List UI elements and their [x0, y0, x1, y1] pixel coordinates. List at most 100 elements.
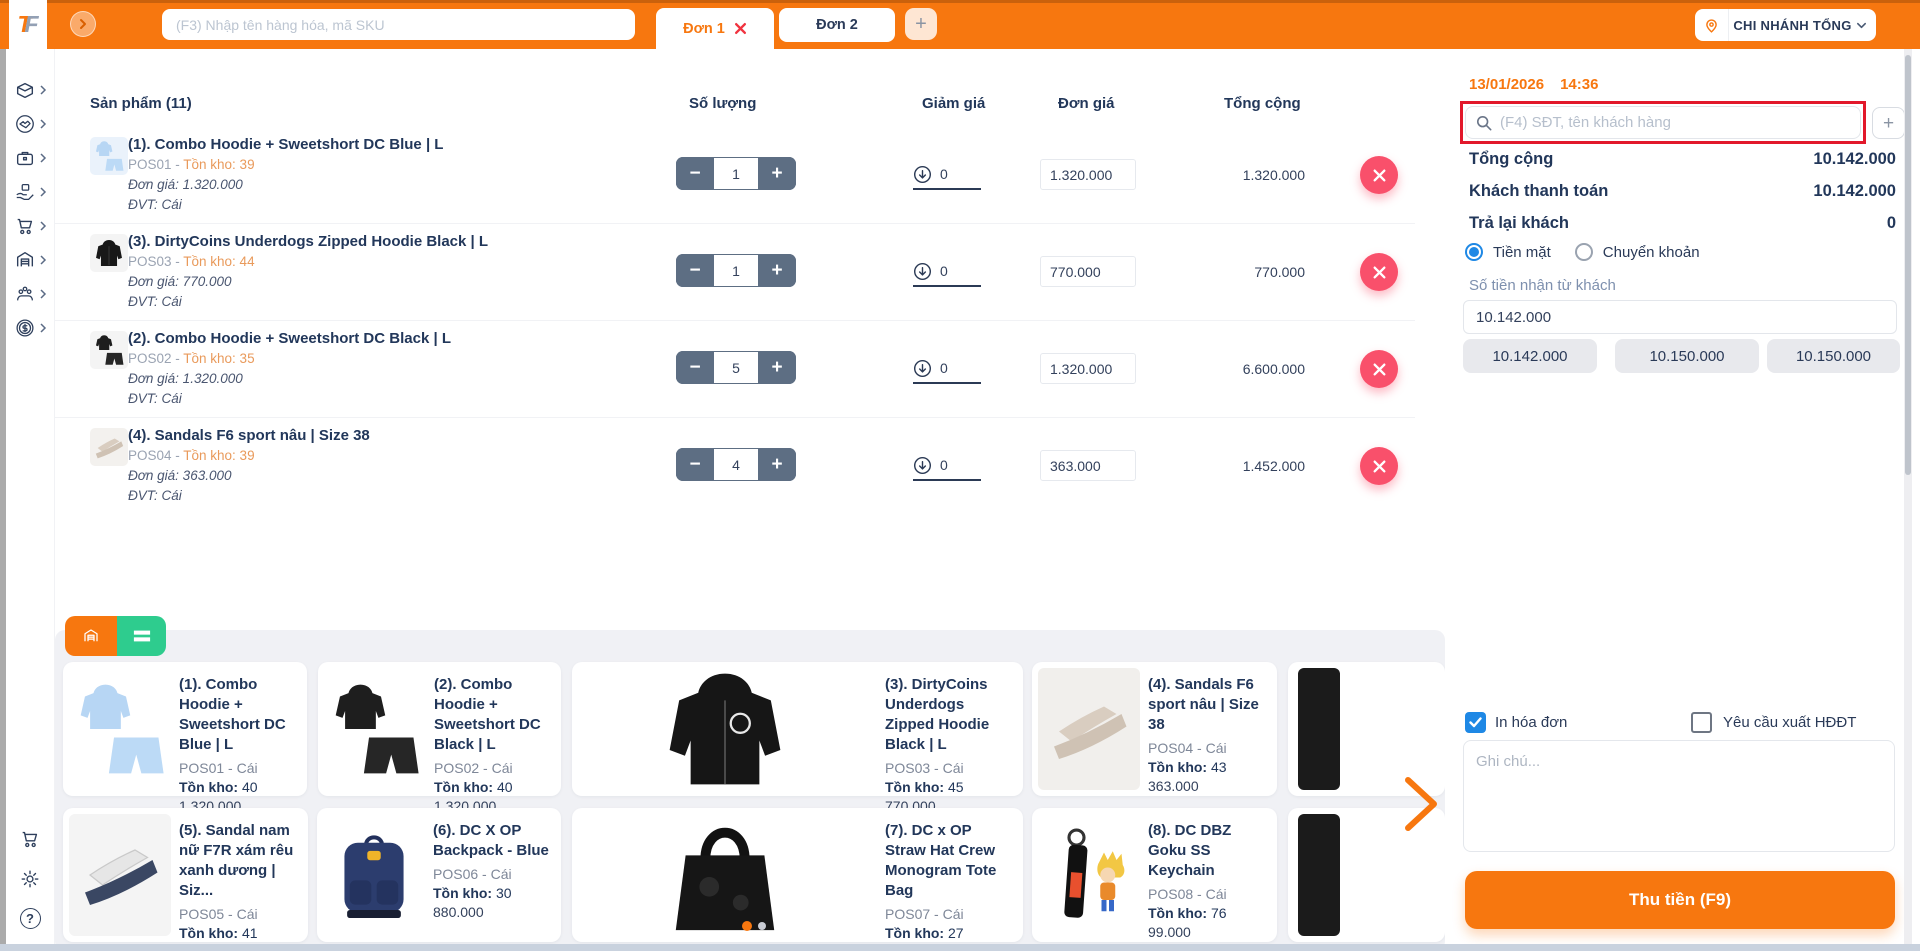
zip-hoodie-black-image [92, 236, 126, 270]
product-thumbnail [90, 331, 128, 369]
order-note-input[interactable] [1463, 740, 1895, 852]
sidebar-item-staff[interactable] [14, 277, 47, 311]
decrease-quantity-button[interactable]: − [676, 351, 714, 384]
card-stock-label: Tồn kho: [179, 779, 238, 795]
discount-control[interactable]: 0 [913, 160, 981, 190]
unit-price-input[interactable] [1040, 450, 1136, 481]
increase-quantity-button[interactable]: + [758, 157, 796, 190]
product-card[interactable]: (8). DC DBZ Goku SS Keychain POS08 - Cái… [1032, 808, 1277, 942]
sidebar-item-supply[interactable] [14, 175, 47, 209]
quantity-value[interactable]: 5 [714, 352, 758, 383]
uom-line: ĐVT: Cái [128, 195, 558, 215]
product-card[interactable]: (7). DC x OP Straw Hat Crew Monogram Tot… [572, 808, 1023, 942]
order-rows: (1). Combo Hoodie + Sweetshort DC Blue |… [55, 127, 1415, 515]
summary-total-row: Tổng cộng 10.142.000 [1469, 150, 1896, 172]
remove-item-button[interactable] [1360, 350, 1398, 388]
increase-quantity-button[interactable]: + [758, 448, 796, 481]
card-title: (4). Sandals F6 sport nâu | Size 38 [1148, 675, 1269, 735]
discount-control[interactable]: 0 [913, 257, 981, 287]
discount-control[interactable]: 0 [913, 354, 981, 384]
chevron-right-icon [39, 221, 47, 231]
decrease-quantity-button[interactable]: − [676, 157, 714, 190]
customer-search-box[interactable] [1465, 106, 1861, 139]
decrease-quantity-button[interactable]: − [676, 254, 714, 287]
app-logo[interactable]: T F [9, 0, 47, 49]
unit-price-input[interactable] [1040, 353, 1136, 384]
sidebar-item-business[interactable] [14, 141, 47, 175]
line-total: 770.000 [1180, 264, 1305, 280]
sidebar-item-settings[interactable] [19, 868, 41, 895]
carousel-dot[interactable] [758, 922, 766, 930]
scrollbar-thumb[interactable] [1905, 55, 1911, 475]
discount-control[interactable]: 0 [913, 451, 981, 481]
combo-hoodie-blue-image [73, 677, 167, 781]
product-search-input[interactable] [162, 9, 635, 40]
product-card[interactable]: (1). Combo Hoodie + Sweetshort DC Blue |… [63, 662, 307, 796]
print-invoice-checkbox[interactable] [1465, 712, 1486, 733]
sandal-grey-navy-image [75, 839, 165, 911]
quick-amount-button[interactable]: 10.150.000 [1767, 339, 1900, 373]
quantity-value[interactable]: 4 [714, 449, 758, 480]
customer-search-input[interactable] [1500, 114, 1850, 131]
quantity-value[interactable]: 1 [714, 158, 758, 189]
unit-price-line: Đơn giá: 363.000 [128, 466, 558, 486]
product-card[interactable]: (6). DC X OP Backpack - Blue POS06 - Cái… [317, 808, 561, 942]
product-card[interactable]: (4). Sandals F6 sport nâu | Size 38 POS0… [1032, 662, 1277, 796]
product-thumbnail [90, 234, 128, 272]
product-card[interactable]: (5). Sandal nam nữ F7R xám rêu xanh dươn… [63, 808, 308, 942]
carousel-dot-active[interactable] [742, 921, 752, 931]
product-stock: Tồn kho: 39 [183, 448, 254, 463]
card-sku: POS08 - Cái [1148, 885, 1269, 904]
decrease-quantity-button[interactable]: − [676, 448, 714, 481]
order-tab-1[interactable]: Đơn 1 [656, 8, 774, 49]
product-image [324, 668, 426, 790]
product-image [575, 811, 875, 939]
unit-price-input[interactable] [1040, 256, 1136, 287]
order-tab-2[interactable]: Đơn 2 [779, 8, 895, 42]
einvoice-checkbox[interactable] [1691, 712, 1712, 733]
quick-amount-button[interactable]: 10.150.000 [1615, 339, 1759, 373]
sidebar-item-sales[interactable] [14, 209, 47, 243]
unit-price-input[interactable] [1040, 159, 1136, 190]
transfer-radio[interactable] [1575, 243, 1593, 261]
remove-item-button[interactable] [1360, 253, 1398, 291]
chevron-right-icon [77, 18, 89, 30]
carousel-next-button[interactable] [1400, 775, 1442, 833]
remove-item-button[interactable] [1360, 447, 1398, 485]
help-button[interactable]: ? [20, 908, 41, 929]
sidebar-item-finance[interactable] [14, 311, 47, 345]
sidebar-item-cart[interactable] [19, 828, 41, 855]
collect-payment-button[interactable]: Thu tiền (F9) [1465, 871, 1895, 929]
chevron-right-icon [39, 153, 47, 163]
product-catalog-panel: (1). Combo Hoodie + Sweetshort DC Blue |… [55, 630, 1445, 951]
quick-amount-button[interactable]: 10.142.000 [1463, 339, 1597, 373]
close-tab-icon[interactable] [734, 22, 747, 35]
product-card[interactable]: (2). Combo Hoodie + Sweetshort DC Black … [318, 662, 561, 796]
product-sku: POS02 - [128, 351, 183, 366]
new-order-tab-button[interactable]: + [905, 8, 937, 40]
sidebar-item-warehouse[interactable] [14, 243, 47, 277]
quantity-value[interactable]: 1 [714, 255, 758, 286]
add-customer-button[interactable]: + [1872, 107, 1905, 139]
grid-view-button[interactable] [65, 616, 117, 656]
increase-quantity-button[interactable]: + [758, 351, 796, 384]
received-amount-input[interactable] [1463, 300, 1897, 334]
discount-value: 0 [940, 263, 948, 279]
remove-item-button[interactable] [1360, 156, 1398, 194]
card-title: (5). Sandal nam nữ F7R xám rêu xanh dươn… [179, 821, 300, 901]
discount-value: 0 [940, 457, 948, 473]
logo-letter-f: F [25, 11, 39, 38]
product-image [1298, 668, 1340, 790]
expand-sidebar-button[interactable] [70, 11, 96, 37]
card-body: (5). Sandal nam nữ F7R xám rêu xanh dươn… [179, 821, 300, 951]
product-thumbnail [90, 428, 128, 466]
sidebar-item-products[interactable] [14, 73, 47, 107]
increase-quantity-button[interactable]: + [758, 254, 796, 287]
close-icon [1372, 362, 1387, 377]
sidebar-item-partners[interactable] [14, 107, 47, 141]
card-title: (2). Combo Hoodie + Sweetshort DC Black … [434, 675, 553, 755]
cash-radio[interactable] [1465, 243, 1483, 261]
list-view-button[interactable] [117, 616, 166, 656]
product-card[interactable]: (3). DirtyCoins Underdogs Zipped Hoodie … [572, 662, 1023, 796]
branch-selector[interactable]: CHI NHÁNH TỔNG [1695, 9, 1876, 41]
